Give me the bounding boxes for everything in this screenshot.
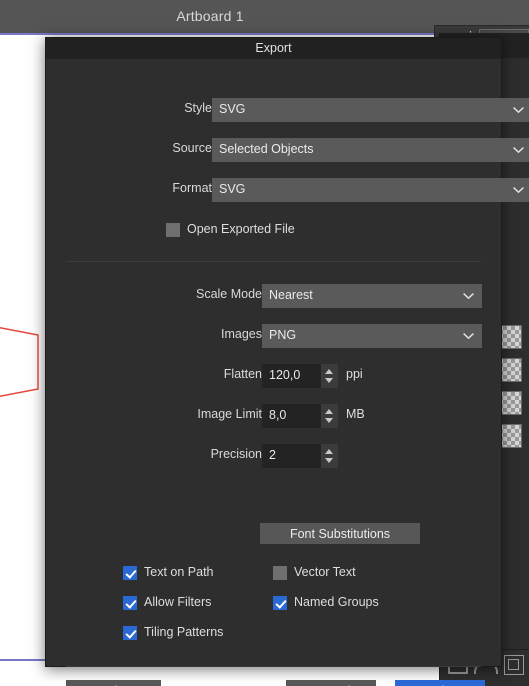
field-row-flatten: Flatten 120,0 ppi [46,364,501,388]
chevron-down-icon [463,293,474,299]
field-row-precision: Precision 2 [46,444,501,468]
cancel-button[interactable]: Cancel [286,680,376,686]
canvas-guide-top [0,33,440,35]
chevron-down-icon [463,333,474,339]
artboard-title: Artboard 1 [176,8,244,24]
field-row-image-limit: Image Limit 8,0 MB [46,404,501,428]
stepper-down-icon[interactable] [325,458,333,463]
open-exported-file-checkbox[interactable] [166,223,180,237]
stepper-down-icon[interactable] [325,378,333,383]
ok-button[interactable]: Ok [395,680,485,686]
styles-button[interactable]: Styles [66,680,161,686]
flatten-value[interactable]: 120,0 [269,368,300,382]
field-row-images: Images PNG [46,324,501,348]
text-on-path-label: Text on Path [144,565,214,579]
allow-filters-checkbox[interactable] [123,596,137,610]
divider-top [66,261,481,262]
format-value: SVG [219,182,246,196]
image-limit-label: Image Limit [197,407,262,421]
precision-value[interactable]: 2 [269,448,276,462]
chevron-down-icon [513,107,524,113]
vector-text-checkbox[interactable] [273,566,287,580]
image-limit-value[interactable]: 8,0 [269,408,286,422]
field-row-source: Source Selected Objects [46,138,529,162]
precision-stepper-buttons[interactable] [321,444,338,468]
dialog-title: Export [46,38,501,59]
flatten-unit: ppi [346,367,363,381]
stepper-up-icon[interactable] [325,449,333,454]
image-limit-stepper[interactable]: 8,0 [262,404,338,428]
scale-mode-label: Scale Mode [195,287,262,301]
tiling-patterns-checkbox[interactable] [123,626,137,640]
image-limit-unit: MB [346,407,365,421]
flatten-stepper-buttons[interactable] [321,364,338,388]
stepper-up-icon[interactable] [325,409,333,414]
stepper-down-icon[interactable] [325,418,333,423]
source-dropdown[interactable]: Selected Objects [212,138,529,162]
text-on-path-checkbox[interactable] [123,566,137,580]
chevron-down-icon [513,147,524,153]
images-label: Images [221,327,262,341]
restore-window-icon[interactable] [504,655,524,675]
scale-mode-dropdown[interactable]: Nearest [262,284,482,308]
precision-label: Precision [210,447,262,461]
open-exported-file-label: Open Exported File [187,222,295,236]
divider-bottom [66,666,481,667]
field-row-format: Format SVG [46,178,529,202]
tiling-patterns-label: Tiling Patterns [144,625,224,639]
image-limit-stepper-buttons[interactable] [321,404,338,428]
flatten-stepper[interactable]: 120,0 [262,364,338,388]
images-value: PNG [269,328,297,342]
stepper-up-icon[interactable] [325,369,333,374]
chevron-down-icon [513,187,524,193]
canvas-shape [0,327,39,397]
flatten-label: Flatten [223,367,262,381]
format-dropdown[interactable]: SVG [212,178,529,202]
vector-text-label: Vector Text [294,565,356,579]
images-dropdown[interactable]: PNG [262,324,482,348]
source-label: Source [172,141,212,155]
style-dropdown[interactable]: SVG [212,98,529,122]
allow-filters-label: Allow Filters [144,595,212,609]
dialog-body: Style SVG Source Selected Objects Format… [46,59,529,686]
precision-stepper[interactable]: 2 [262,444,338,468]
field-row-style: Style SVG [46,98,529,122]
format-label: Format [172,181,212,195]
style-label: Style [184,101,212,115]
style-value: SVG [219,102,246,116]
font-substitutions-button[interactable]: Font Substitutions [260,523,420,544]
application-window: Artboard 1 ⋮⋮ ers Layer Vert S [0,0,529,686]
named-groups-label: Named Groups [294,595,379,609]
export-dialog: Export Style SVG Source Selected Objects [45,37,529,686]
field-row-scale-mode: Scale Mode Nearest [46,284,501,308]
scale-mode-value: Nearest [269,288,313,302]
source-value: Selected Objects [219,142,314,156]
named-groups-checkbox[interactable] [273,596,287,610]
